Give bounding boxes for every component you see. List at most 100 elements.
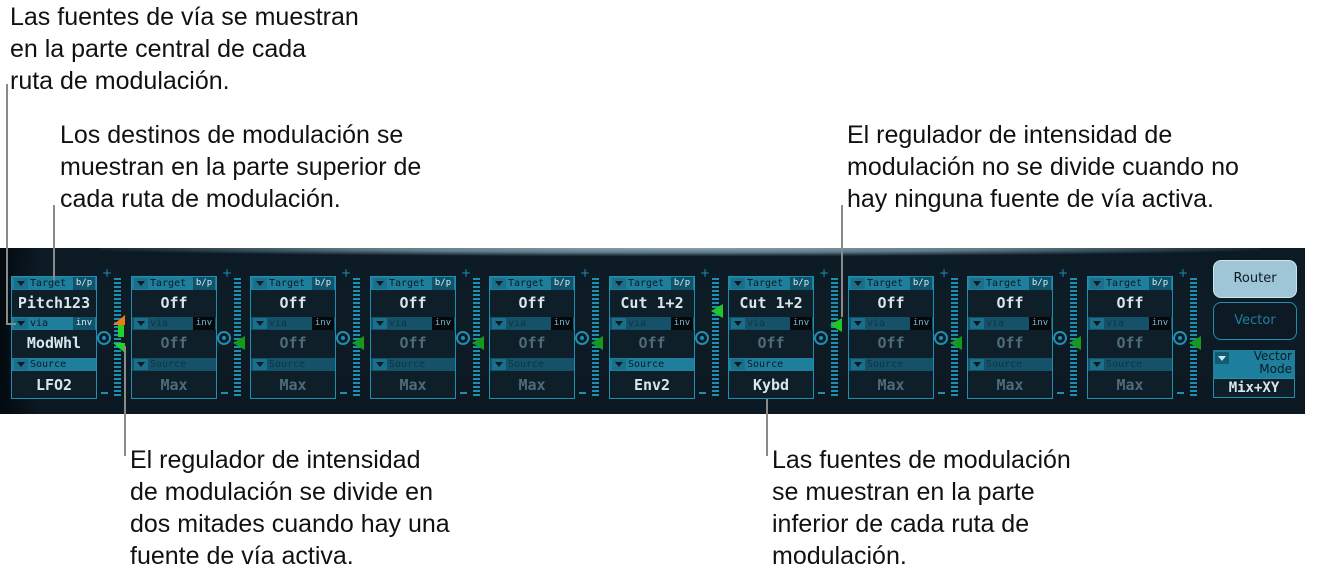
target-header[interactable]: Target b/p: [729, 277, 813, 290]
dropdown-arrow-icon[interactable]: [731, 278, 745, 289]
via-value[interactable]: Off: [610, 332, 694, 354]
via-header[interactable]: via inv: [490, 317, 574, 330]
dropdown-arrow-icon[interactable]: [134, 318, 148, 329]
intensity-handle[interactable]: [1069, 335, 1081, 350]
target-value[interactable]: Pitch123: [12, 292, 96, 314]
via-value[interactable]: Off: [251, 332, 335, 354]
source-header[interactable]: Source: [12, 358, 96, 371]
dropdown-arrow-icon[interactable]: [492, 359, 506, 370]
target-header[interactable]: Target b/p: [490, 277, 574, 290]
dropdown-arrow-icon[interactable]: [373, 278, 387, 289]
via-header[interactable]: via inv: [610, 317, 694, 330]
inv-button[interactable]: inv: [312, 317, 334, 330]
dropdown-arrow-icon[interactable]: [14, 359, 28, 370]
target-header[interactable]: Target b/p: [251, 277, 335, 290]
target-value[interactable]: Cut 1+2: [610, 292, 694, 314]
source-value[interactable]: Max: [849, 374, 933, 396]
source-header[interactable]: Source: [371, 358, 455, 371]
upper-intensity-handle[interactable]: [113, 315, 125, 326]
source-header[interactable]: Source: [132, 358, 216, 371]
source-header[interactable]: Source: [490, 358, 574, 371]
bp-button[interactable]: b/p: [73, 277, 95, 290]
dropdown-arrow-icon[interactable]: [492, 278, 506, 289]
inv-button[interactable]: inv: [432, 317, 454, 330]
inv-button[interactable]: inv: [910, 317, 932, 330]
via-value[interactable]: Off: [132, 332, 216, 354]
source-header[interactable]: Source: [849, 358, 933, 371]
target-value[interactable]: Cut 1+2: [729, 292, 813, 314]
bp-button[interactable]: b/p: [312, 277, 334, 290]
source-value[interactable]: Max: [251, 374, 335, 396]
bp-button[interactable]: b/p: [671, 277, 693, 290]
intensity-slider-9[interactable]: +: [1053, 266, 1081, 400]
intensity-slider-3[interactable]: +: [336, 266, 364, 400]
router-button[interactable]: Router: [1213, 260, 1297, 298]
source-header[interactable]: Source: [1088, 358, 1172, 371]
dropdown-arrow-icon[interactable]: [14, 318, 28, 329]
target-header[interactable]: Target b/p: [371, 277, 455, 290]
inv-button[interactable]: inv: [1029, 317, 1051, 330]
dropdown-arrow-icon[interactable]: [970, 278, 984, 289]
dropdown-arrow-icon[interactable]: [492, 318, 506, 329]
source-header[interactable]: Source: [729, 358, 813, 371]
bp-button[interactable]: b/p: [551, 277, 573, 290]
dropdown-arrow-icon[interactable]: [373, 318, 387, 329]
source-header[interactable]: Source: [610, 358, 694, 371]
slider-center-knob[interactable]: [814, 331, 828, 345]
via-header[interactable]: via inv: [849, 317, 933, 330]
intensity-slider-10[interactable]: +: [1173, 266, 1201, 400]
via-value[interactable]: Off: [849, 332, 933, 354]
intensity-handle[interactable]: [1189, 335, 1201, 350]
slider-center-knob[interactable]: [97, 331, 111, 345]
dropdown-arrow-icon[interactable]: [851, 278, 865, 289]
target-header[interactable]: Target b/p: [849, 277, 933, 290]
slider-center-knob[interactable]: [1173, 331, 1187, 345]
source-value[interactable]: Kybd: [729, 374, 813, 396]
intensity-slider-8[interactable]: +: [934, 266, 962, 400]
intensity-handle[interactable]: [950, 335, 962, 350]
dropdown-arrow-icon[interactable]: [612, 359, 626, 370]
vector-mode-value[interactable]: Mix+XY: [1213, 378, 1295, 398]
dropdown-arrow-icon[interactable]: [373, 359, 387, 370]
dropdown-arrow-icon[interactable]: [612, 318, 626, 329]
source-value[interactable]: LFO2: [12, 374, 96, 396]
dropdown-arrow-icon[interactable]: [1090, 359, 1104, 370]
target-header[interactable]: Target b/p: [968, 277, 1052, 290]
via-header[interactable]: via inv: [1088, 317, 1172, 330]
intensity-slider-4[interactable]: +: [456, 266, 484, 400]
intensity-slider-7[interactable]: +: [814, 266, 842, 400]
target-value[interactable]: Off: [251, 292, 335, 314]
bp-button[interactable]: b/p: [910, 277, 932, 290]
target-value[interactable]: Off: [490, 292, 574, 314]
dropdown-arrow-icon[interactable]: [851, 359, 865, 370]
slider-center-knob[interactable]: [575, 331, 589, 345]
dropdown-arrow-icon[interactable]: [253, 359, 267, 370]
source-value[interactable]: Max: [490, 374, 574, 396]
slider-center-knob[interactable]: [934, 331, 948, 345]
via-value[interactable]: ModWhl: [12, 332, 96, 354]
dropdown-arrow-icon[interactable]: [851, 318, 865, 329]
via-header[interactable]: via inv: [12, 317, 96, 330]
source-value[interactable]: Max: [1088, 374, 1172, 396]
inv-button[interactable]: inv: [551, 317, 573, 330]
dropdown-arrow-icon[interactable]: [970, 318, 984, 329]
slider-center-knob[interactable]: [217, 331, 231, 345]
intensity-slider-2[interactable]: +: [217, 266, 245, 400]
slider-center-knob[interactable]: [695, 331, 709, 345]
source-header[interactable]: Source: [251, 358, 335, 371]
source-value[interactable]: Max: [968, 374, 1052, 396]
intensity-handle[interactable]: [472, 335, 484, 350]
intensity-slider-6[interactable]: +: [695, 266, 723, 400]
intensity-slider-5[interactable]: +: [575, 266, 603, 400]
vector-mode-header[interactable]: Vector Mode: [1213, 350, 1295, 378]
dropdown-arrow-icon[interactable]: [253, 278, 267, 289]
bp-button[interactable]: b/p: [193, 277, 215, 290]
vector-button[interactable]: Vector: [1213, 302, 1297, 340]
dropdown-arrow-icon[interactable]: [1090, 278, 1104, 289]
dropdown-arrow-icon[interactable]: [253, 318, 267, 329]
via-header[interactable]: via inv: [251, 317, 335, 330]
target-value[interactable]: Off: [968, 292, 1052, 314]
via-header[interactable]: via inv: [729, 317, 813, 330]
source-value[interactable]: Max: [371, 374, 455, 396]
source-header[interactable]: Source: [968, 358, 1052, 371]
